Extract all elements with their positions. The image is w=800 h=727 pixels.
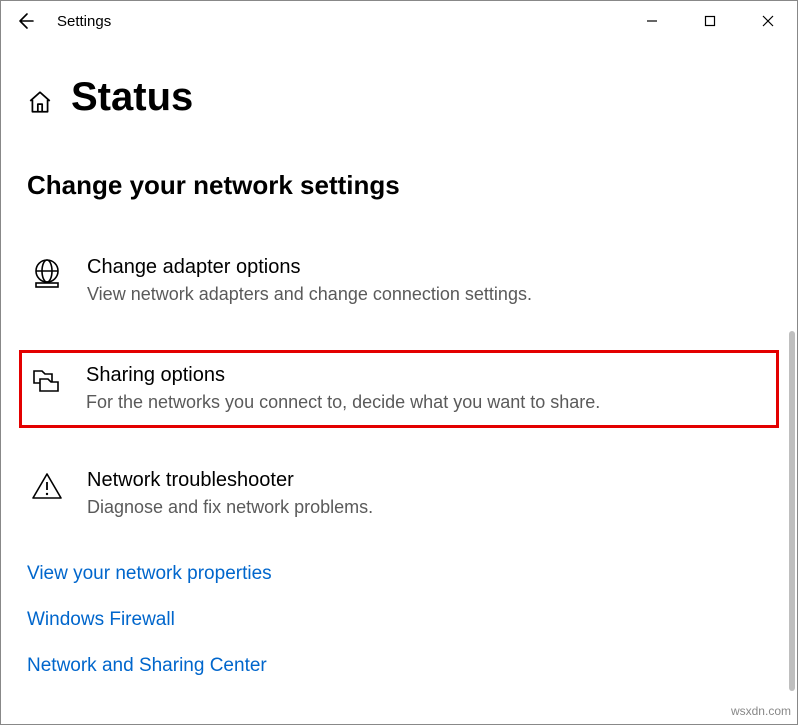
settings-window: Settings Status Change your network sett… — [0, 0, 798, 725]
content-area: Change your network settings Change adap… — [1, 130, 797, 677]
home-icon[interactable] — [27, 89, 53, 115]
link-windows-firewall[interactable]: Windows Firewall — [27, 609, 771, 631]
section-title: Change your network settings — [27, 170, 771, 201]
window-title: Settings — [49, 13, 623, 30]
page-title: Status — [71, 75, 193, 120]
option-desc: For the networks you connect to, decide … — [86, 391, 600, 414]
sharing-icon — [30, 363, 86, 397]
maximize-icon — [704, 15, 716, 27]
sharing-options[interactable]: Sharing options For the networks you con… — [19, 350, 779, 427]
watermark: wsxdn.com — [731, 704, 791, 718]
scrollbar[interactable] — [789, 331, 795, 691]
close-icon — [762, 15, 774, 27]
close-button[interactable] — [739, 1, 797, 41]
minimize-icon — [646, 15, 658, 27]
page-header: Status — [1, 41, 797, 130]
option-title: Change adapter options — [87, 255, 532, 279]
minimize-button[interactable] — [623, 1, 681, 41]
maximize-button[interactable] — [681, 1, 739, 41]
option-title: Sharing options — [86, 363, 600, 387]
option-desc: View network adapters and change connect… — [87, 283, 532, 306]
link-network-properties[interactable]: View your network properties — [27, 563, 771, 585]
link-network-sharing-center[interactable]: Network and Sharing Center — [27, 655, 771, 677]
network-troubleshooter[interactable]: Network troubleshooter Diagnose and fix … — [27, 462, 771, 525]
option-desc: Diagnose and fix network problems. — [87, 496, 373, 519]
back-button[interactable] — [1, 11, 49, 31]
titlebar: Settings — [1, 1, 797, 41]
globe-icon — [31, 255, 87, 289]
back-arrow-icon — [15, 11, 35, 31]
window-controls — [623, 1, 797, 41]
change-adapter-options[interactable]: Change adapter options View network adap… — [27, 249, 771, 312]
option-title: Network troubleshooter — [87, 468, 373, 492]
warning-icon — [31, 468, 87, 502]
